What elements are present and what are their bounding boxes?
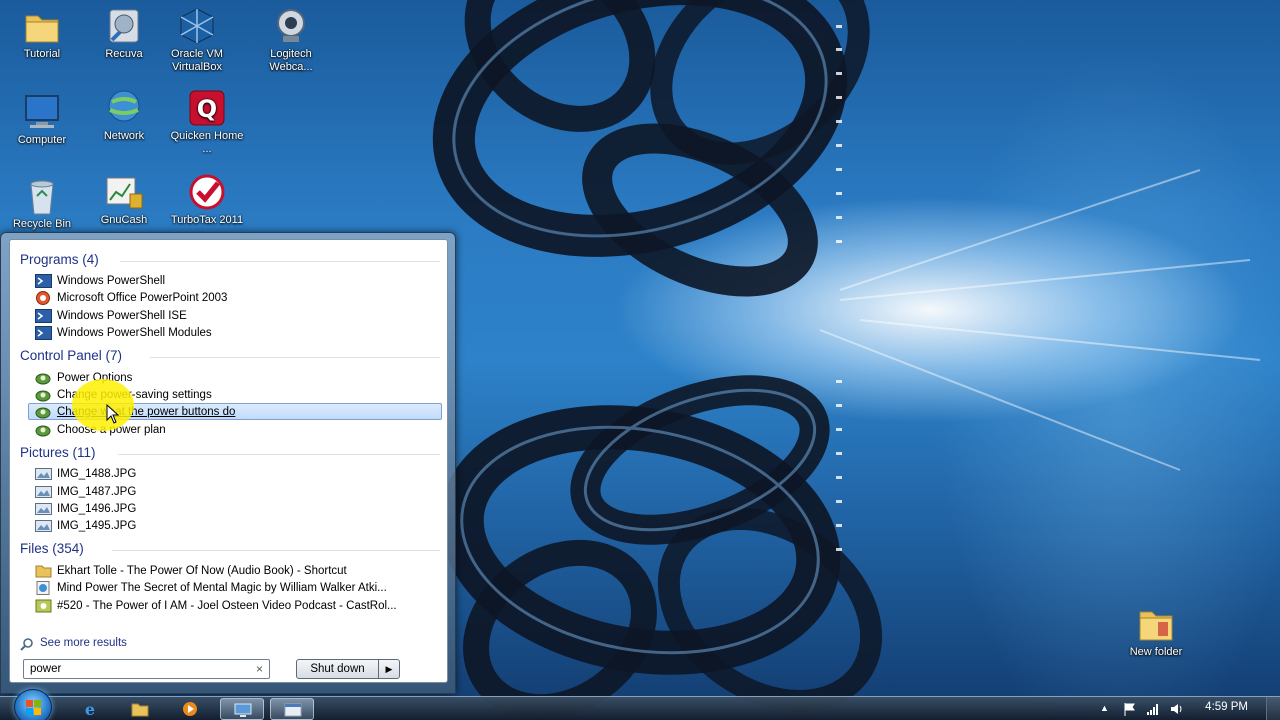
divider (120, 261, 440, 262)
action-center-flag-icon[interactable] (1122, 702, 1136, 716)
result-file-mind-power[interactable]: Mind Power The Secret of Mental Magic by… (28, 579, 442, 596)
result-choose-power-plan[interactable]: Choose a power plan (28, 421, 442, 438)
shut-down-button[interactable]: Shut down (296, 659, 379, 679)
desktop-icon-logitech-webcam[interactable]: Logitech Webca... (250, 6, 332, 74)
power-options-icon (35, 423, 52, 437)
taskbar-remote-desktop[interactable] (220, 698, 264, 720)
computer-icon (22, 92, 62, 132)
group-header-files[interactable]: Files (354) (20, 541, 440, 559)
desktop-icon-tutorial[interactable]: Tutorial (1, 6, 83, 61)
search-results-pane: Programs (4) Windows PowerShell Microsof… (9, 239, 448, 683)
clear-search-icon[interactable]: × (256, 660, 263, 678)
powershell-icon (35, 326, 52, 340)
svg-text:e: e (85, 701, 95, 717)
show-desktop-button[interactable] (1266, 697, 1280, 720)
start-search-input[interactable]: power × (23, 659, 270, 679)
powerpoint-icon (35, 291, 52, 305)
start-menu: Programs (4) Windows PowerShell Microsof… (0, 232, 456, 694)
system-tray: ▲ 4:59 PM (1070, 697, 1280, 720)
media-player-icon (183, 702, 197, 716)
desktop-icon-quicken[interactable]: Q Quicken Home ... (166, 88, 248, 156)
group-header-control-panel[interactable]: Control Panel (7) (20, 348, 440, 366)
folder-shortcut-icon (35, 564, 52, 578)
taskbar-media-player[interactable] (168, 698, 212, 720)
result-img-1488[interactable]: IMG_1488.JPG (28, 465, 442, 482)
recuva-icon (104, 6, 144, 46)
taskbar: e ▲ 4:59 PM (0, 689, 1280, 720)
taskbar-windows-explorer[interactable] (118, 698, 162, 720)
taskbar-app-window[interactable] (270, 698, 314, 720)
image-file-icon (35, 467, 52, 481)
quicken-icon: Q (187, 88, 227, 128)
result-change-power-saving-settings[interactable]: Change power-saving settings (28, 386, 442, 403)
desktop-icon-virtualbox[interactable]: Oracle VM VirtualBox (156, 6, 238, 74)
turbotax-icon (187, 172, 227, 212)
image-file-icon (35, 519, 52, 533)
result-img-1495[interactable]: IMG_1495.JPG (28, 517, 442, 534)
recycle-bin-icon (22, 176, 62, 216)
image-file-icon (35, 485, 52, 499)
start-button[interactable] (14, 689, 52, 720)
internet-shortcut-icon (35, 581, 52, 595)
result-windows-powershell[interactable]: Windows PowerShell (28, 272, 442, 289)
podcast-file-icon (35, 599, 52, 613)
taskbar-clock[interactable]: 4:59 PM (1205, 701, 1248, 713)
virtualbox-icon (177, 6, 217, 46)
desktop-icon-recycle-bin[interactable]: Recycle Bin (1, 176, 83, 231)
powershell-icon (35, 309, 52, 323)
shut-down-options-arrow-icon[interactable]: ▶ (378, 659, 400, 679)
result-img-1496[interactable]: IMG_1496.JPG (28, 500, 442, 517)
internet-explorer-icon: e (85, 701, 95, 717)
power-options-icon (35, 405, 52, 419)
gnucash-icon (104, 172, 144, 212)
folder-icon (1136, 604, 1176, 644)
image-file-icon (35, 502, 52, 516)
search-icon (20, 637, 34, 651)
desktop-icon-new-folder[interactable]: New folder (1115, 604, 1197, 659)
divider (118, 454, 440, 455)
folder-icon (22, 6, 62, 46)
explorer-folder-icon (131, 703, 149, 717)
result-file-power-of-now[interactable]: Ekhart Tolle - The Power Of Now (Audio B… (28, 562, 442, 579)
result-powerpoint-2003[interactable]: Microsoft Office PowerPoint 2003 (28, 289, 442, 306)
desktop-icon-turbotax[interactable]: TurboTax 2011 (166, 172, 248, 227)
show-hidden-icons-arrow-icon[interactable]: ▲ (1100, 703, 1114, 717)
result-file-power-of-i-am[interactable]: #520 - The Power of I AM - Joel Osteen V… (28, 597, 442, 614)
svg-text:Q: Q (197, 95, 217, 123)
group-header-pictures[interactable]: Pictures (11) (20, 445, 440, 463)
result-img-1487[interactable]: IMG_1487.JPG (28, 483, 442, 500)
powershell-icon (35, 274, 52, 288)
result-power-options[interactable]: Power Options (28, 369, 442, 386)
result-change-power-buttons[interactable]: Change what the power buttons do (28, 403, 442, 420)
power-options-icon (35, 371, 52, 385)
group-header-programs[interactable]: Programs (4) (20, 252, 440, 270)
power-options-icon (35, 388, 52, 402)
webcam-icon (271, 6, 311, 46)
windows-logo-icon (26, 700, 41, 715)
network-signal-icon[interactable] (1146, 702, 1160, 716)
divider (150, 357, 440, 358)
network-icon (104, 88, 144, 128)
taskbar-internet-explorer[interactable]: e (68, 698, 112, 720)
result-powershell-ise[interactable]: Windows PowerShell ISE (28, 307, 442, 324)
desktop-icon-recuva[interactable]: Recuva (83, 6, 165, 61)
volume-icon[interactable] (1170, 702, 1184, 716)
desktop-icon-network[interactable]: Network (83, 88, 165, 143)
desktop-icon-computer[interactable]: Computer (1, 92, 83, 147)
result-powershell-modules[interactable]: Windows PowerShell Modules (28, 324, 442, 341)
divider (112, 550, 440, 551)
remote-desktop-icon (234, 703, 252, 717)
desktop-icon-gnucash[interactable]: GnuCash (83, 172, 165, 227)
app-window-icon (284, 703, 302, 717)
